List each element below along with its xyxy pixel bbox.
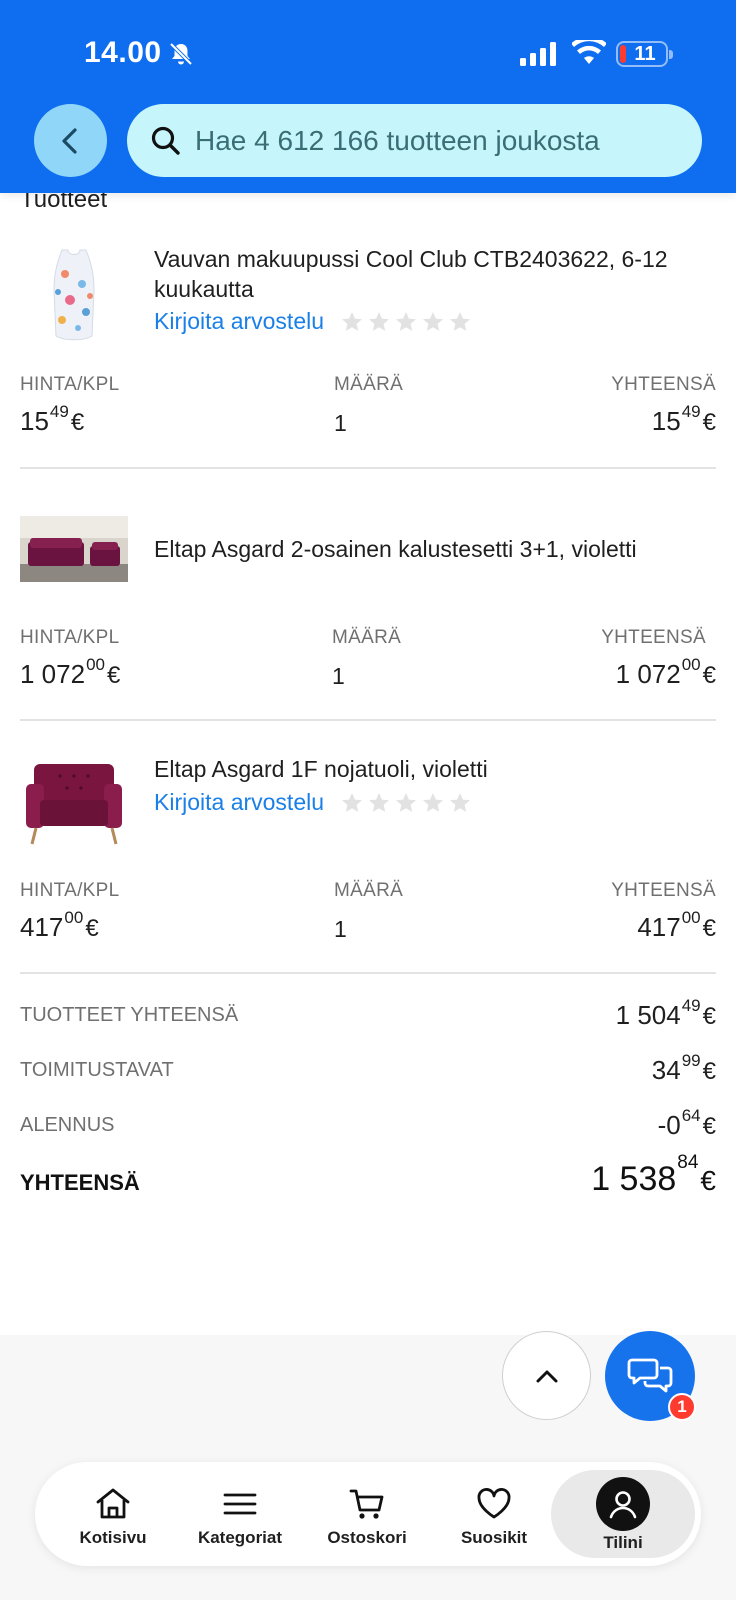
star-icon (423, 311, 444, 331)
tab-home[interactable]: Kotisivu (49, 1462, 177, 1566)
quantity-value[interactable]: 1 (332, 663, 345, 690)
divider (20, 467, 716, 469)
line-total: 41700€ (637, 908, 716, 942)
back-button[interactable] (34, 104, 107, 177)
star-icon (369, 311, 390, 331)
product-name[interactable]: Eltap Asgard 1F nojatuoli, violetti (154, 754, 714, 784)
unit-price-label: HINTA/KPL (20, 880, 120, 901)
product-image[interactable] (20, 516, 128, 582)
grand-total-label: YHTEENSÄ (20, 1170, 140, 1195)
wifi-icon (572, 40, 606, 64)
tab-label: Kategoriat (197, 1528, 283, 1547)
star-icon (396, 792, 417, 812)
unit-price: 1549€ (20, 402, 85, 436)
star-icon (342, 311, 363, 331)
shipping-value: 3499€ (651, 1051, 716, 1085)
unit-price: 41700€ (20, 908, 99, 942)
chevron-up-icon (536, 1370, 557, 1382)
unit-price-label: HINTA/KPL (20, 627, 120, 648)
unit-price: 1 07200€ (20, 655, 121, 689)
status-bar: 14.00 11 (0, 0, 736, 100)
quantity-label: MÄÄRÄ (332, 627, 402, 648)
quantity-label: MÄÄRÄ (334, 374, 404, 395)
tab-label: Kotisivu (79, 1528, 147, 1547)
tab-account[interactable]: Tilini (551, 1470, 695, 1558)
product-name[interactable]: Vauvan makuupussi Cool Club CTB2403622, … (154, 244, 714, 304)
cart-icon (349, 1489, 384, 1519)
scroll-to-top-button[interactable] (502, 1331, 591, 1420)
product-name[interactable]: Eltap Asgard 2-osainen kalustesetti 3+1,… (154, 534, 714, 564)
bottom-tab-bar: Kotisivu Kategoriat Ostoskori Suosikit T… (35, 1462, 701, 1566)
star-icon (450, 792, 471, 812)
tab-label: Tilini (603, 1533, 643, 1552)
line-total: 1 07200€ (615, 655, 716, 689)
line-total: 1549€ (651, 402, 716, 436)
battery-indicator: 11 (616, 41, 673, 67)
star-icon (369, 792, 390, 812)
rating-stars[interactable] (340, 791, 475, 815)
status-time: 14.00 (84, 36, 162, 69)
write-review-link[interactable]: Kirjoita arvostelu (154, 308, 324, 335)
discount-value: -064€ (657, 1106, 716, 1140)
product-image[interactable] (20, 754, 128, 850)
quantity-value[interactable]: 1 (334, 916, 347, 943)
chat-icon (627, 1358, 673, 1393)
tab-label: Ostoskori (327, 1528, 407, 1547)
review-row: Kirjoita arvostelu (154, 308, 475, 335)
home-icon (96, 1488, 130, 1519)
account-icon (596, 1477, 650, 1531)
bell-off-icon (169, 42, 193, 66)
star-icon (423, 792, 444, 812)
unit-price-label: HINTA/KPL (20, 374, 120, 395)
menu-icon (223, 1493, 257, 1515)
tab-favorites[interactable]: Suosikit (430, 1462, 558, 1566)
shipping-label: TOIMITUSTAVAT (20, 1059, 174, 1081)
discount-label: ALENNUS (20, 1114, 115, 1136)
chevron-left-icon (61, 127, 77, 154)
rating-stars[interactable] (340, 310, 475, 334)
quantity-label: MÄÄRÄ (334, 880, 404, 901)
divider (20, 719, 716, 721)
search-input[interactable] (195, 124, 675, 157)
tab-cart[interactable]: Ostoskori (303, 1462, 431, 1566)
chat-notification-badge: 1 (668, 1393, 696, 1421)
products-total-value: 1 50449€ (615, 996, 716, 1030)
write-review-link[interactable]: Kirjoita arvostelu (154, 789, 324, 816)
line-total-label: YHTEENSÄ (601, 627, 706, 648)
review-row: Kirjoita arvostelu (154, 789, 475, 816)
battery-level (620, 45, 626, 63)
search-bar[interactable] (127, 104, 702, 177)
quantity-value[interactable]: 1 (334, 410, 347, 437)
star-icon (396, 311, 417, 331)
battery-percent: 11 (634, 43, 656, 65)
tab-categories[interactable]: Kategoriat (176, 1462, 304, 1566)
products-total-label: TUOTTEET YHTEENSÄ (20, 1004, 239, 1026)
line-total-label: YHTEENSÄ (611, 374, 716, 395)
divider (20, 972, 716, 974)
top-header: 14.00 11 (0, 0, 736, 193)
product-image[interactable] (20, 244, 128, 344)
grand-total-value: 1 53884€ (591, 1152, 716, 1198)
line-total-label: YHTEENSÄ (611, 880, 716, 901)
star-icon (450, 311, 471, 331)
tab-label: Suosikit (460, 1528, 528, 1547)
cellular-signal-icon (520, 42, 556, 66)
heart-icon (477, 1488, 511, 1519)
star-icon (342, 792, 363, 812)
search-icon (151, 126, 180, 155)
